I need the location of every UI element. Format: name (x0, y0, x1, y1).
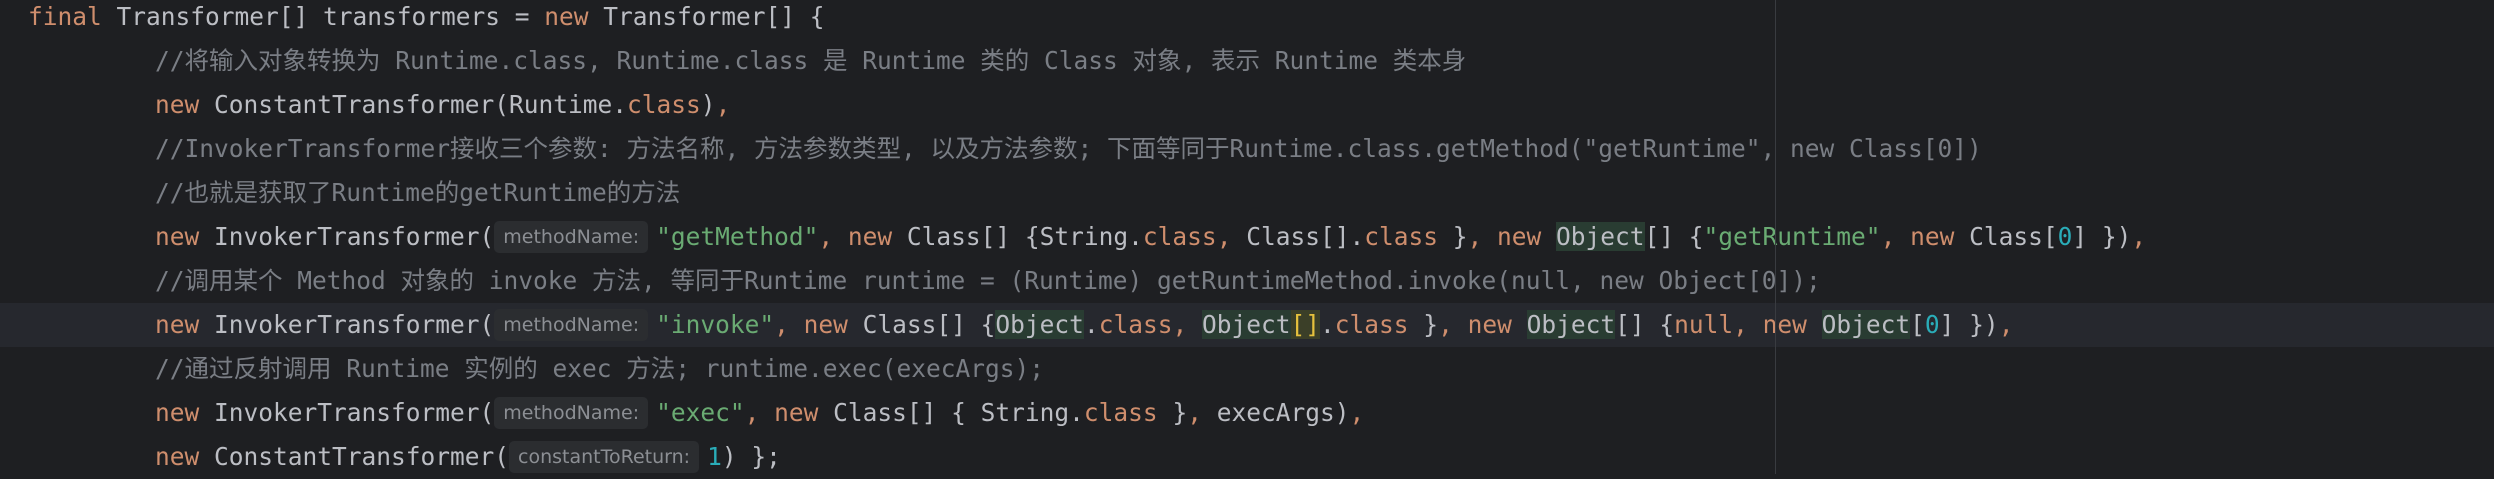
keyword-token: class (1364, 222, 1453, 251)
code-line[interactable]: final Transformer[] transformers = new T… (0, 0, 2494, 39)
keyword-token: class (1083, 398, 1173, 427)
keyword-token: new (544, 2, 604, 31)
keyword-token: , (1998, 310, 2014, 339)
code-token: [] { (1615, 310, 1675, 339)
keyword-token: , (1216, 222, 1247, 251)
code-line[interactable]: //将输入对象转换为 Runtime.class, Runtime.class … (0, 39, 2494, 83)
code-token: ConstantTransformer( (214, 442, 510, 471)
keyword-token: null, new (1674, 310, 1822, 339)
code-line[interactable]: new ConstantTransformer(Runtime.class), (0, 83, 2494, 127)
string-token: "exec" (656, 398, 745, 427)
code-token: ] }) (2072, 222, 2132, 251)
highlighted-usage: Object (1201, 310, 1291, 339)
code-line-current[interactable]: new InvokerTransformer(methodName: "invok… (0, 303, 2494, 347)
code-token: Class[] { String. (833, 398, 1084, 427)
keyword-token: class (627, 90, 701, 119)
code-line[interactable]: new ConstantTransformer(constantToReturn… (0, 435, 2494, 479)
matched-bracket: [] (1290, 310, 1321, 339)
code-token: InvokerTransformer( (214, 398, 495, 427)
code-token: } (1423, 310, 1439, 339)
parameter-hint: constantToReturn: (509, 441, 700, 473)
comment-token: //通过反射调用 Runtime 实例的 exec 方法; runtime.ex… (155, 354, 1045, 383)
code-token: Class[]. (1246, 222, 1365, 251)
keyword-token: , new (1438, 310, 1527, 339)
keyword-token: class (1334, 310, 1424, 339)
keyword-token: class (1098, 310, 1173, 339)
keyword-token: , (1187, 398, 1217, 427)
keyword-token: , new (818, 222, 907, 251)
code-token: } (1452, 222, 1468, 251)
number-token: 1 (707, 442, 722, 471)
code-token: Class[] { (862, 310, 996, 339)
code-line[interactable]: new InvokerTransformer(methodName: "getMe… (0, 215, 2494, 259)
code-token: InvokerTransformer( (214, 222, 495, 251)
code-token: InvokerTransformer( (214, 310, 495, 339)
keyword-token: , new (744, 398, 834, 427)
keyword-token: , (1349, 398, 1365, 427)
code-token: [] { (1644, 222, 1704, 251)
keyword-token: final (28, 2, 117, 31)
code-line[interactable]: //也就是获取了Runtime的getRuntime的方法 (0, 171, 2494, 215)
code-line[interactable]: //InvokerTransformer接收三个参数: 方法名称, 方法参数类型… (0, 127, 2494, 171)
keyword-token: , (2131, 222, 2147, 251)
code-editor[interactable]: final Transformer[] transformers = new T… (0, 0, 2494, 474)
number-token: 0 (2057, 222, 2073, 251)
code-token: [ (1910, 310, 1925, 339)
keyword-token: new (155, 90, 215, 119)
keyword-token: , new (774, 310, 863, 339)
code-line[interactable]: new InvokerTransformer(methodName: "exec"… (0, 391, 2494, 435)
keyword-token: new (155, 222, 215, 251)
highlighted-usage: Object (1556, 222, 1645, 251)
highlighted-usage: Object (1526, 310, 1616, 339)
code-token: Class[] {String. (906, 222, 1143, 251)
keyword-token: new (155, 442, 215, 471)
highlighted-usage: Object (1821, 310, 1911, 339)
code-token: ] }) (1939, 310, 1999, 339)
number-token: 0 (1924, 310, 1940, 339)
string-token: "invoke" (656, 310, 775, 339)
comment-token: //调用某个 Method 对象的 invoke 方法, 等同于Runtime … (155, 266, 1821, 295)
parameter-hint: methodName: (494, 397, 649, 429)
code-token: ) (700, 90, 716, 119)
code-token: Transformer[] transformers = (116, 2, 545, 31)
keyword-token: class (1142, 222, 1217, 251)
keyword-token: , new (1467, 222, 1557, 251)
code-line[interactable]: //通过反射调用 Runtime 实例的 exec 方法; runtime.ex… (0, 347, 2494, 391)
code-token: Class[ (1969, 222, 2058, 251)
code-line[interactable]: //调用某个 Method 对象的 invoke 方法, 等同于Runtime … (0, 259, 2494, 303)
string-token: "getMethod" (656, 222, 819, 251)
comment-token: //也就是获取了Runtime的getRuntime的方法 (155, 178, 681, 207)
highlighted-usage: Object (995, 310, 1084, 339)
code-token: ) }; (721, 442, 781, 471)
code-token: . (1083, 310, 1099, 339)
code-token: ConstantTransformer(Runtime. (214, 90, 628, 119)
keyword-token: new (155, 398, 215, 427)
keyword-token: , (1172, 310, 1202, 339)
keyword-token: , new (1880, 222, 1970, 251)
code-token: execArgs) (1216, 398, 1350, 427)
comment-token: //InvokerTransformer接收三个参数: 方法名称, 方法参数类型… (155, 134, 1982, 163)
keyword-token: new (155, 310, 215, 339)
keyword-token: , (715, 90, 731, 119)
comment-token: //将输入对象转换为 Runtime.class, Runtime.class … (155, 46, 1467, 75)
parameter-hint: methodName: (494, 309, 649, 341)
parameter-hint: methodName: (494, 221, 649, 253)
code-token: . (1320, 310, 1335, 339)
string-token: "getRuntime" (1703, 222, 1881, 251)
code-token: } (1172, 398, 1188, 427)
right-margin-guide (1775, 0, 1776, 474)
code-token: Transformer[] { (603, 2, 825, 31)
